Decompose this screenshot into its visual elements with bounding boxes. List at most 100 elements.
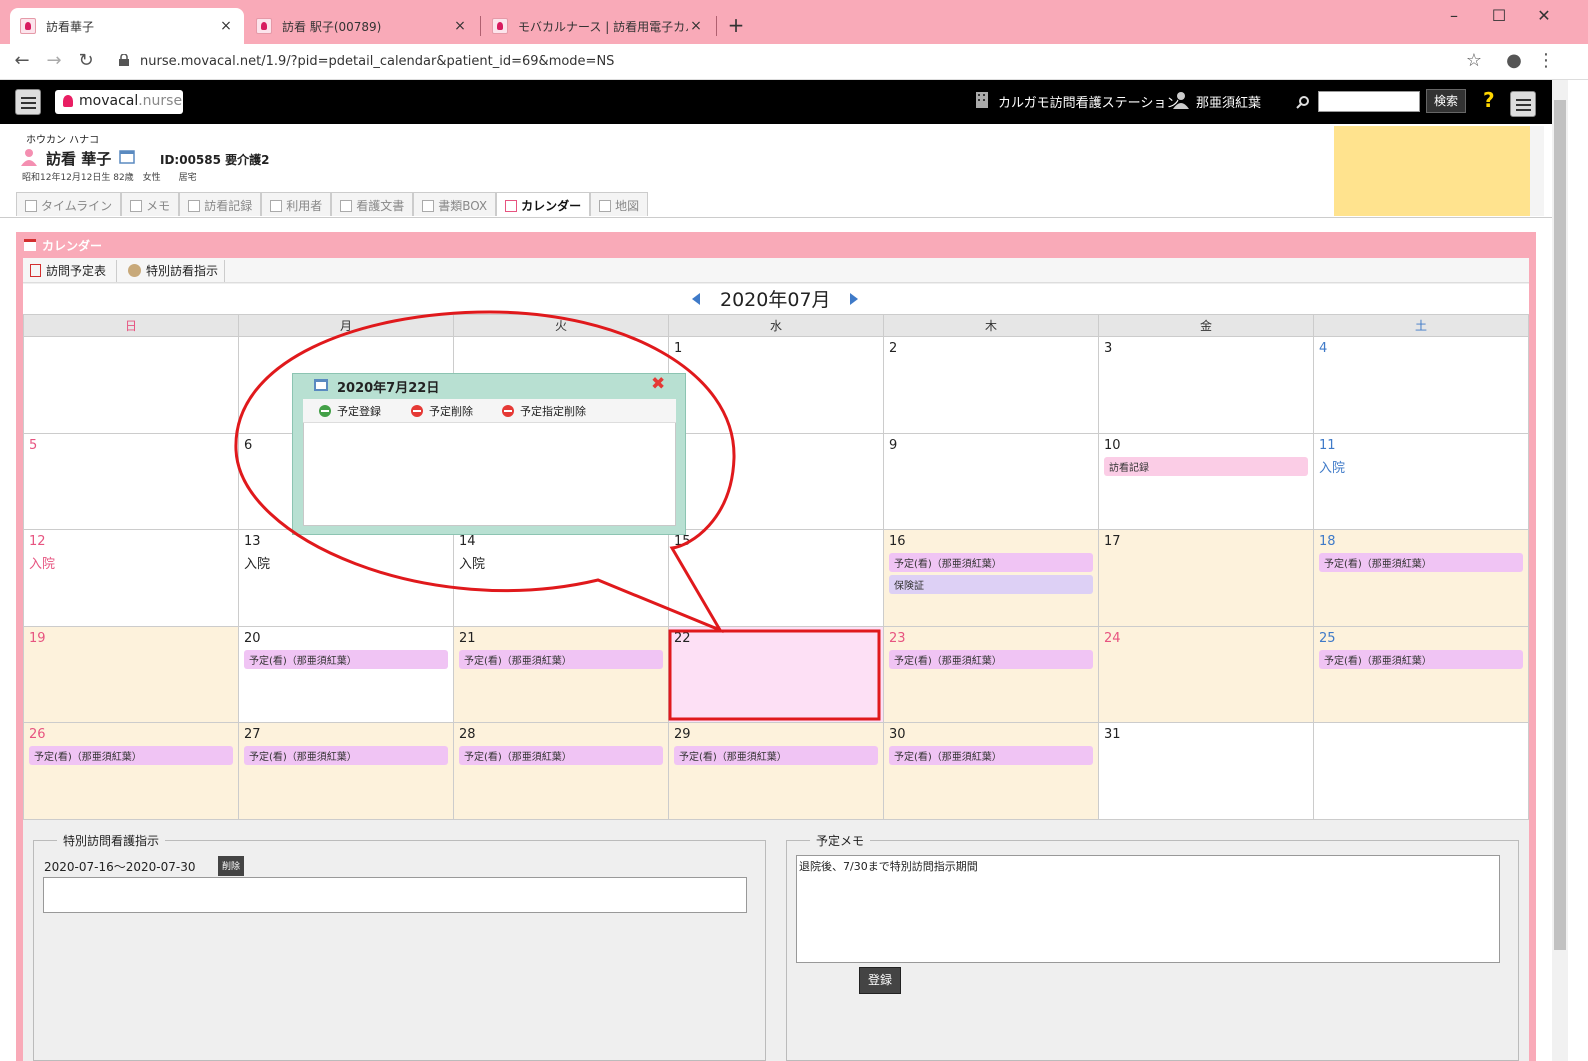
delete-button[interactable]: 削除 — [218, 856, 245, 876]
close-tab-icon[interactable]: × — [218, 18, 234, 34]
calendar-day-cell[interactable]: 5 — [23, 432, 239, 531]
day-number: 26 — [29, 727, 46, 743]
calendar-day-cell[interactable]: 29 予定(看)（那亜須紅葉） — [668, 722, 884, 820]
browser-tab-2[interactable]: 訪看 駅子(00789) × — [246, 8, 478, 44]
patient-name: 訪看 華子 — [46, 150, 112, 168]
tab-user[interactable]: 利用者 — [261, 192, 332, 216]
maximize-button[interactable]: ☐ — [1489, 6, 1509, 25]
calendar-day-cell[interactable]: 21 予定(看)（那亜須紅葉） — [453, 625, 669, 724]
calendar-day-cell[interactable]: 22 — [668, 625, 884, 724]
copy-window-icon[interactable] — [119, 150, 135, 164]
calendar-day-cell[interactable]: 20 予定(看)（那亜須紅葉） — [238, 625, 454, 724]
calendar-day-cell[interactable]: 16 予定(看)（那亜須紅葉） 保険証 — [883, 529, 1099, 627]
note-scrollbar[interactable] — [1530, 126, 1544, 216]
calendar-day-cell[interactable]: 3 — [1098, 336, 1314, 434]
calendar-day-cell[interactable]: 13 入院 — [238, 529, 454, 627]
calendar-event[interactable]: 予定(看)（那亜須紅葉） — [889, 649, 1093, 669]
calendar-day-cell[interactable]: 24 — [1098, 625, 1314, 724]
browser-tab-1[interactable]: 訪看華子 × — [10, 8, 244, 44]
calendar-day-cell[interactable]: 25 予定(看)（那亜須紅葉） — [1313, 625, 1529, 724]
delete-specified-schedule-button[interactable]: 予定指定削除 — [502, 403, 586, 419]
schedule-memo-textarea[interactable]: 退院後、7/30まで特別訪問指示期間 — [796, 855, 1500, 963]
close-tab-icon[interactable]: × — [688, 18, 704, 34]
nurse-icon — [128, 264, 141, 277]
calendar-day-cell[interactable]: 14 入院 — [453, 529, 669, 627]
url-text[interactable]: nurse.movacal.net/1.9/?pid=pdetail_calen… — [140, 54, 614, 69]
calendar-event[interactable]: 予定(看)（那亜須紅葉） — [459, 649, 663, 669]
close-window-button[interactable]: ✕ — [1534, 6, 1554, 25]
calendar-day-cell[interactable]: 19 — [23, 625, 239, 724]
calendar-event[interactable]: 保険証 — [889, 575, 1093, 595]
calendar-day-cell[interactable]: 11 入院 — [1313, 432, 1529, 531]
profile-icon[interactable]: ● — [1502, 50, 1526, 71]
search-input[interactable] — [1318, 91, 1420, 112]
delete-schedule-button[interactable]: 予定削除 — [411, 403, 473, 419]
special-instruction-textarea[interactable] — [43, 877, 747, 913]
calendar-day-cell[interactable]: 12 入院 — [23, 529, 239, 627]
scrollbar-thumb[interactable] — [1554, 100, 1566, 950]
calendar-day-cell[interactable]: 8 — [668, 432, 884, 531]
new-tab-button[interactable]: + — [726, 13, 746, 37]
next-month-icon[interactable] — [850, 293, 858, 305]
calendar-day-cell[interactable]: 23 予定(看)（那亜須紅葉） — [883, 625, 1099, 724]
weekday-header: 木 — [883, 314, 1099, 337]
calendar-day-cell[interactable]: 28 予定(看)（那亜須紅葉） — [453, 722, 669, 820]
browser-tab-3[interactable]: モバカルナース | 訪看用電子カルテ × — [482, 8, 714, 44]
back-button[interactable]: ← — [10, 50, 34, 71]
prev-month-icon[interactable] — [692, 293, 700, 305]
help-icon[interactable]: ? — [1483, 88, 1495, 112]
day-number: 24 — [1104, 630, 1121, 646]
special-instruction-button[interactable]: 特別訪看指示 — [128, 262, 218, 279]
reload-button[interactable]: ↻ — [74, 50, 98, 71]
special-instruction-range: 2020-07-16～2020-07-30 — [44, 860, 196, 874]
toolbar-divider — [116, 260, 117, 282]
hamburger-menu-icon[interactable] — [15, 89, 41, 115]
calendar-event[interactable]: 予定(看)（那亜須紅葉） — [29, 746, 233, 766]
visit-schedule-button[interactable]: 訪問予定表 — [30, 262, 106, 279]
calendar-day-cell[interactable] — [23, 336, 239, 434]
calendar-day-cell[interactable] — [1313, 722, 1529, 820]
calendar-day-cell[interactable]: 31 — [1098, 722, 1314, 820]
calendar-day-cell[interactable]: 27 予定(看)（那亜須紅葉） — [238, 722, 454, 820]
forward-button[interactable]: → — [42, 50, 66, 71]
calendar-event[interactable]: 予定(看)（那亜須紅葉） — [244, 746, 448, 766]
calendar-day-cell[interactable]: 4 — [1313, 336, 1529, 434]
close-tab-icon[interactable]: × — [452, 18, 468, 34]
tab-calendar[interactable]: カレンダー — [496, 192, 591, 216]
calendar-day-cell[interactable]: 26 予定(看)（那亜須紅葉） — [23, 722, 239, 820]
movacal-logo[interactable]: movacal.nurse — [55, 90, 183, 114]
tab-memo[interactable]: メモ — [121, 192, 180, 216]
calendar-day-cell[interactable]: 30 予定(看)（那亜須紅葉） — [883, 722, 1099, 820]
calendar-day-cell[interactable]: 17 — [1098, 529, 1314, 627]
calendar-event[interactable]: 訪看記録 — [1104, 456, 1308, 476]
calendar-event[interactable]: 予定(看)（那亜須紅葉） — [889, 553, 1093, 573]
app-menu-icon[interactable] — [1510, 91, 1536, 117]
calendar-event[interactable]: 予定(看)（那亜須紅葉） — [889, 746, 1093, 766]
register-button[interactable]: 登録 — [859, 967, 901, 994]
browser-menu-icon[interactable]: ⋮ — [1534, 50, 1558, 71]
calendar-event[interactable]: 予定(看)（那亜須紅葉） — [459, 746, 663, 766]
user-name[interactable]: 那亜須紅葉 — [1196, 92, 1261, 111]
calendar-day-cell[interactable]: 2 — [883, 336, 1099, 434]
close-icon[interactable]: ✖ — [651, 374, 665, 394]
calendar-day-cell[interactable]: 15 — [668, 529, 884, 627]
tab-nursing-docs[interactable]: 看護文書 — [331, 192, 414, 216]
tab-label: 訪看記録 — [204, 199, 253, 213]
calendar-event[interactable]: 予定(看)（那亜須紅葉） — [674, 746, 878, 766]
tab-document-box[interactable]: 書類BOX — [413, 192, 497, 216]
calendar-event[interactable]: 予定(看)（那亜須紅葉） — [244, 649, 448, 669]
calendar-day-cell[interactable]: 18 予定(看)（那亜須紅葉） — [1313, 529, 1529, 627]
calendar-day-cell[interactable]: 1 — [668, 336, 884, 434]
calendar-event[interactable]: 予定(看)（那亜須紅葉） — [1319, 649, 1523, 669]
bookmark-star-icon[interactable]: ☆ — [1462, 50, 1486, 71]
minimize-button[interactable]: – — [1444, 6, 1464, 25]
calendar-day-cell[interactable]: 10 訪看記録 — [1098, 432, 1314, 531]
tab-timeline[interactable]: タイムライン — [16, 192, 122, 216]
search-button[interactable]: 検索 — [1426, 89, 1466, 113]
calendar-day-cell[interactable]: 9 — [883, 432, 1099, 531]
calendar-event[interactable]: 予定(看)（那亜須紅葉） — [1319, 553, 1523, 573]
tab-visit-records[interactable]: 訪看記録 — [179, 192, 262, 216]
tab-map[interactable]: 地図 — [590, 192, 649, 216]
tab-label: 地図 — [615, 199, 640, 213]
add-schedule-button[interactable]: 予定登録 — [319, 403, 381, 419]
